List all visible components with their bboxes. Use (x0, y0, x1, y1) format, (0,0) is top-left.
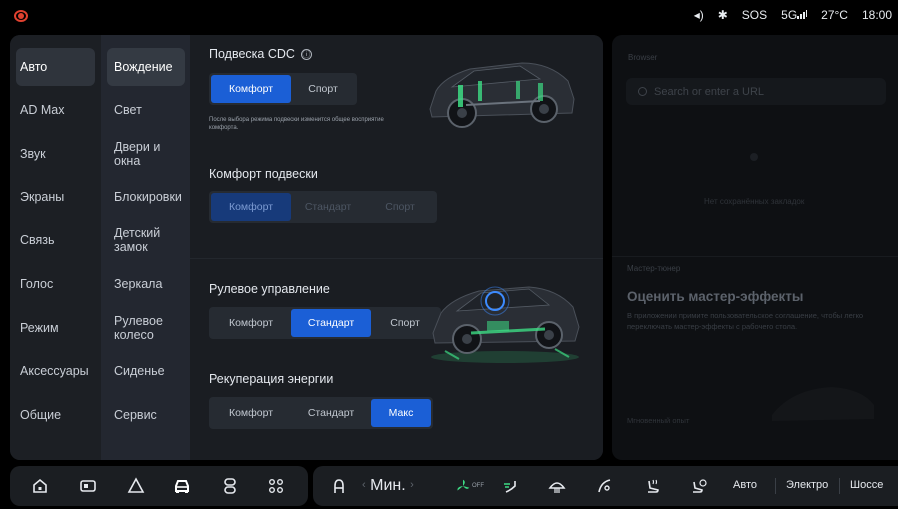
category-general[interactable]: Общие (16, 396, 95, 434)
tuner-label: Мастер-тюнер (627, 264, 681, 273)
seat-adjust-icon[interactable] (218, 474, 242, 498)
steering-heat-icon[interactable] (593, 474, 617, 498)
comfort-suspension-selector: Комфорт Стандарт Спорт (209, 191, 437, 223)
car-silhouette-illustration (772, 387, 874, 421)
category-mode[interactable]: Режим (16, 309, 95, 347)
subcategory-list: Вождение Свет Двери и окна Блокировки Де… (101, 35, 190, 460)
steering-option-standard[interactable]: Стандарт (291, 309, 371, 337)
category-screens[interactable]: Экраны (16, 178, 95, 216)
search-icon (638, 87, 647, 96)
sub-item-lights[interactable]: Свет (107, 91, 185, 129)
temp-decrease-arrow[interactable]: ‹ (362, 479, 366, 491)
category-auto[interactable]: Авто (16, 48, 95, 86)
empty-state-icon (750, 153, 758, 161)
signal-icon (797, 10, 808, 19)
comfort-option-comfort[interactable]: Комфорт (211, 193, 291, 221)
instant-experience-label[interactable]: Мгновенный опыт (627, 416, 707, 427)
cdc-mode-selector: Комфорт Спорт (209, 73, 357, 105)
sub-item-steering-wheel[interactable]: Рулевое колесо (107, 309, 185, 347)
car-settings-icon[interactable] (170, 474, 194, 498)
mode-separator (775, 478, 776, 494)
tuner-description: В приложении примите пользовательское со… (627, 311, 864, 331)
steering-mode-selector: Комфорт Стандарт Спорт (209, 307, 441, 339)
cdc-option-sport[interactable]: Спорт (291, 75, 355, 103)
category-accessories[interactable]: Аксессуары (16, 352, 95, 390)
settings-panel: Авто AD Max Звук Экраны Связь Голос Режи… (10, 35, 603, 460)
fan-off-icon[interactable]: OFF (451, 474, 487, 498)
sub-item-doors-windows[interactable]: Двери и окна (107, 135, 185, 173)
category-sound[interactable]: Звук (16, 135, 95, 173)
cdc-option-comfort[interactable]: Комфорт (211, 75, 291, 103)
regen-option-standard[interactable]: Стандарт (291, 399, 371, 427)
category-connectivity[interactable]: Связь (16, 221, 95, 259)
driver-seat-icon[interactable] (327, 474, 351, 498)
network-indicator: 5G (781, 8, 808, 22)
seat-ventilation-icon[interactable] (687, 474, 711, 498)
temperature-control[interactable]: ‹ Мин. › (362, 477, 414, 495)
volume-icon: ◂) (693, 8, 704, 22)
suspension-car-illustration (429, 62, 575, 128)
regen-option-max[interactable]: Макс (371, 399, 431, 427)
outside-temperature: 27°C (821, 8, 848, 22)
regen-title: Рекуперация энергии (209, 372, 334, 386)
status-bar: ◂) ✱ SOS 5G 27°C 18:00 (0, 0, 898, 32)
steering-car-illustration (431, 286, 580, 363)
sos-indicator[interactable]: SOS (742, 8, 767, 22)
sub-item-service[interactable]: Сервис (107, 396, 185, 434)
tuner-title[interactable]: Оценить мастер-эффекты (627, 289, 803, 304)
regen-mode-selector: Комфорт Стандарт Макс (209, 397, 433, 429)
drive-mode-electric[interactable]: Электро (786, 479, 828, 491)
brand-logo-icon (14, 10, 28, 22)
steering-title: Рулевое управление (209, 282, 330, 296)
widget-divider (612, 256, 898, 257)
sub-item-driving[interactable]: Вождение (107, 48, 185, 86)
drive-mode-highway[interactable]: Шоссе (850, 479, 883, 491)
browser-widget-panel: Browser Search or enter a URL Нет сохран… (612, 35, 898, 460)
home-icon[interactable] (28, 474, 52, 498)
media-icon[interactable] (76, 474, 100, 498)
status-indicators: ◂) ✱ SOS 5G 27°C 18:00 (694, 8, 892, 22)
app-grid-icon[interactable] (264, 474, 288, 498)
dock-apps (10, 466, 308, 506)
browser-label: Browser (628, 53, 658, 62)
mode-separator (839, 478, 840, 494)
navigation-icon[interactable] (124, 474, 148, 498)
cdc-note: После выбора режима подвески изменится о… (209, 117, 384, 132)
comfort-suspension-title: Комфорт подвески (209, 167, 318, 181)
sub-item-mirrors[interactable]: Зеркала (107, 265, 185, 303)
regen-option-comfort[interactable]: Комфорт (211, 399, 291, 427)
category-list: Авто AD Max Звук Экраны Связь Голос Режи… (10, 35, 101, 460)
comfort-option-standard[interactable]: Стандарт (291, 193, 365, 221)
sub-item-seat[interactable]: Сиденье (107, 352, 185, 390)
front-defrost-icon[interactable] (545, 474, 569, 498)
airflow-face-icon[interactable] (499, 474, 523, 498)
category-ad-max[interactable]: AD Max (16, 91, 95, 129)
browser-search-input[interactable]: Search or enter a URL (626, 78, 886, 105)
category-voice[interactable]: Голос (16, 265, 95, 303)
comfort-option-sport[interactable]: Спорт (365, 193, 435, 221)
section-divider (190, 258, 603, 259)
bluetooth-icon: ✱ (717, 8, 728, 22)
info-icon[interactable]: ⓘ (300, 49, 312, 60)
clock: 18:00 (861, 8, 892, 22)
driving-settings: Подвеска CDC ⓘ Комфорт Спорт После выбора… (190, 35, 603, 460)
empty-bookmarks-text: Нет сохранённых закладок (704, 197, 805, 206)
dock-climate: ‹ Мин. › OFF Авто Электро Шоссе (313, 466, 898, 506)
seat-heat-icon[interactable] (641, 474, 665, 498)
sub-item-locks[interactable]: Блокировки (107, 178, 185, 216)
temp-increase-arrow[interactable]: › (410, 479, 414, 491)
cdc-suspension-title: Подвеска CDC ⓘ (209, 47, 312, 61)
drive-mode-auto[interactable]: Авто (733, 479, 757, 491)
sub-item-child-lock[interactable]: Детский замок (107, 221, 185, 259)
steering-option-comfort[interactable]: Комфорт (211, 309, 291, 337)
